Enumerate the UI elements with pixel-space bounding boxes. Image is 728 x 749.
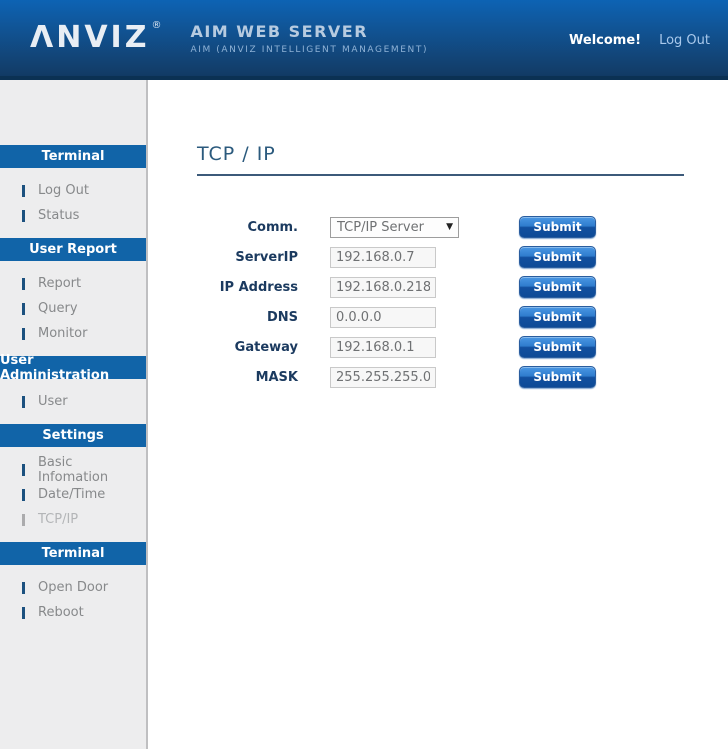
comm-select[interactable]: TCP/IP Server ▼ — [330, 217, 459, 238]
ip-address-label: IP Address — [197, 280, 298, 295]
sidebar-section-user-administration: User Administration — [0, 356, 146, 379]
sidebar-item-tcp-ip[interactable]: TCP/IP — [0, 507, 146, 532]
comm-submit-button[interactable]: Submit — [519, 216, 596, 238]
sidebar-item-label: User — [38, 394, 68, 409]
sidebar-item-reboot[interactable]: Reboot — [0, 600, 146, 625]
dns-submit-button[interactable]: Submit — [519, 306, 596, 328]
item-bullet-icon — [22, 607, 25, 619]
sidebar-item-label: Reboot — [38, 605, 84, 620]
sidebar-item-user[interactable]: User — [0, 389, 146, 414]
sidebar-item-open-door[interactable]: Open Door — [0, 575, 146, 600]
mask-submit-button[interactable]: Submit — [519, 366, 596, 388]
sidebar-item-label: Open Door — [38, 580, 108, 595]
page-title: TCP / IP — [197, 142, 728, 166]
sidebar: Terminal Log Out Status User Report Repo… — [0, 80, 148, 749]
welcome-text: Welcome! — [569, 33, 641, 48]
sidebar-item-label: Basic Infomation — [38, 455, 146, 485]
ip-address-field-wrap — [330, 276, 490, 298]
item-bullet-icon — [22, 489, 25, 501]
item-bullet-icon — [22, 582, 25, 594]
item-bullet-icon — [22, 514, 25, 526]
sidebar-item-date-time[interactable]: Date/Time — [0, 482, 146, 507]
serverip-input[interactable] — [330, 247, 436, 268]
form-row-dns: DNS Submit — [197, 302, 728, 332]
dns-field-wrap — [330, 306, 490, 328]
sidebar-item-label: Date/Time — [38, 487, 105, 502]
gateway-field-wrap — [330, 336, 490, 358]
sidebar-item-monitor[interactable]: Monitor — [0, 321, 146, 346]
header-titles: AIM WEB SERVER AIM (ANVIZ INTELLIGENT MA… — [190, 22, 428, 55]
form-row-ip-address: IP Address Submit — [197, 272, 728, 302]
item-bullet-icon — [22, 303, 25, 315]
form-row-serverip: ServerIP Submit — [197, 242, 728, 272]
dns-input[interactable] — [330, 307, 436, 328]
comm-label: Comm. — [197, 220, 298, 235]
title-divider — [197, 174, 684, 176]
sidebar-item-log-out[interactable]: Log Out — [0, 178, 146, 203]
app-subtitle: AIM (ANVIZ INTELLIGENT MANAGEMENT) — [190, 45, 428, 55]
sidebar-section-user-report-items: Report Query Monitor — [0, 261, 146, 356]
chevron-down-icon: ▼ — [446, 222, 453, 232]
sidebar-item-label: TCP/IP — [38, 512, 78, 527]
sidebar-item-status[interactable]: Status — [0, 203, 146, 228]
sidebar-section-terminal-2: Terminal — [0, 542, 146, 565]
comm-select-value: TCP/IP Server — [337, 220, 424, 235]
anviz-logo: ΛNVIZ ® — [30, 23, 164, 53]
sidebar-item-label: Status — [38, 208, 79, 223]
sidebar-section-user-report: User Report — [0, 238, 146, 261]
sidebar-section-user-administration-items: User — [0, 379, 146, 424]
item-bullet-icon — [22, 278, 25, 290]
comm-field-wrap: TCP/IP Server ▼ — [330, 217, 490, 238]
sidebar-section-terminal-items: Log Out Status — [0, 168, 146, 238]
registered-trademark-icon: ® — [151, 21, 164, 31]
sidebar-item-label: Monitor — [38, 326, 87, 341]
logout-link[interactable]: Log Out — [659, 33, 710, 48]
mask-label: MASK — [197, 370, 298, 385]
sidebar-section-terminal: Terminal — [0, 145, 146, 168]
ip-address-input[interactable] — [330, 277, 436, 298]
main-content: TCP / IP Comm. TCP/IP Server ▼ Submit Se… — [150, 80, 728, 392]
anviz-logo-text: ΛNVIZ — [30, 23, 149, 53]
item-bullet-icon — [22, 185, 25, 197]
serverip-field-wrap — [330, 246, 490, 268]
mask-input[interactable] — [330, 367, 436, 388]
sidebar-section-settings: Settings — [0, 424, 146, 447]
gateway-submit-button[interactable]: Submit — [519, 336, 596, 358]
form-row-gateway: Gateway Submit — [197, 332, 728, 362]
serverip-label: ServerIP — [197, 250, 298, 265]
sidebar-item-basic-infomation[interactable]: Basic Infomation — [0, 457, 146, 482]
tcp-ip-form: Comm. TCP/IP Server ▼ Submit ServerIP Su… — [197, 212, 728, 392]
item-bullet-icon — [22, 464, 25, 476]
ip-address-submit-button[interactable]: Submit — [519, 276, 596, 298]
item-bullet-icon — [22, 328, 25, 340]
sidebar-item-label: Log Out — [38, 183, 89, 198]
gateway-input[interactable] — [330, 337, 436, 358]
sidebar-item-label: Report — [38, 276, 81, 291]
sidebar-section-settings-items: Basic Infomation Date/Time TCP/IP — [0, 447, 146, 542]
item-bullet-icon — [22, 396, 25, 408]
serverip-submit-button[interactable]: Submit — [519, 246, 596, 268]
dns-label: DNS — [197, 310, 298, 325]
sidebar-item-query[interactable]: Query — [0, 296, 146, 321]
sidebar-section-terminal-2-items: Open Door Reboot — [0, 565, 146, 635]
app-title: AIM WEB SERVER — [190, 22, 428, 41]
sidebar-item-report[interactable]: Report — [0, 271, 146, 296]
app-header: ΛNVIZ ® AIM WEB SERVER AIM (ANVIZ INTELL… — [0, 0, 728, 80]
item-bullet-icon — [22, 210, 25, 222]
form-row-mask: MASK Submit — [197, 362, 728, 392]
header-user-area: Welcome! Log Out — [569, 33, 710, 48]
mask-field-wrap — [330, 366, 490, 388]
sidebar-item-label: Query — [38, 301, 78, 316]
form-row-comm: Comm. TCP/IP Server ▼ Submit — [197, 212, 728, 242]
gateway-label: Gateway — [197, 340, 298, 355]
